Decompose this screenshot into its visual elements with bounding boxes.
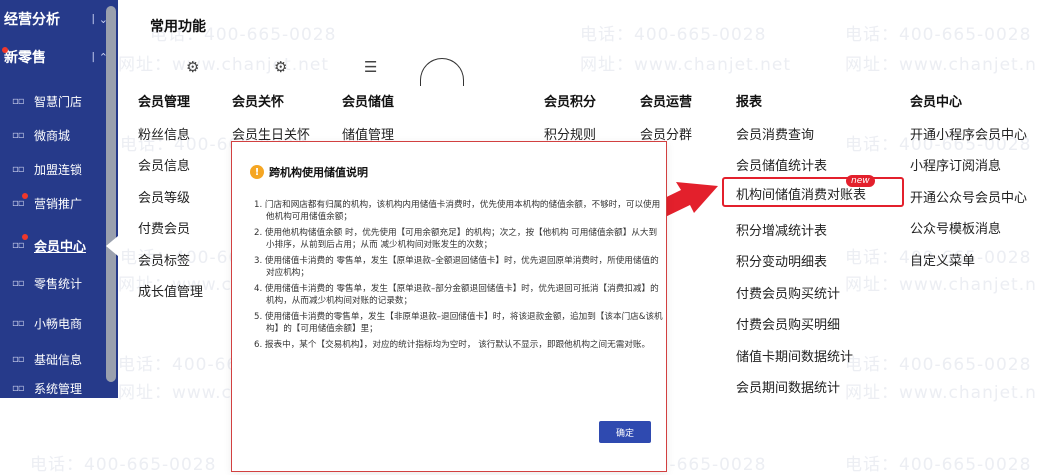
modal-rule-item: 5. 使用储值卡消费的零售单，发生【非原单退款–退回储值卡】时，将该退款金额，追… [254, 312, 663, 334]
modal-rule-item: 6. 报表中，某个【交易机构】，对应的统计指标均为空时， 该行默认不显示，即跟他… [254, 340, 651, 350]
confirm-button[interactable]: 确定 [599, 421, 651, 443]
modal-rule-item: 1. 门店和网店都有归属的机构，该机构内用储值卡消费时，优先使用本机构的储值余额… [254, 200, 661, 222]
modal-header: ! 跨机构使用储值说明 [250, 164, 368, 180]
modal-rule-list: 1. 门店和网店都有归属的机构，该机构内用储值卡消费时，优先使用本机构的储值余额… [254, 200, 664, 357]
warning-icon: ! [250, 165, 264, 179]
modal-title: 跨机构使用储值说明 [269, 166, 368, 179]
modal-rule-item: 2. 使用他机构储值余额 时，优先使用【可用余额充足】的机构；次之，按【他机构 … [254, 228, 658, 250]
modal-rule-item: 3. 使用储值卡消费的 零售单，发生【原单退款–全额退回储值卡】时，优先退回原单… [254, 256, 659, 278]
info-modal: ! 跨机构使用储值说明 1. 门店和网店都有归属的机构，该机构内用储值卡消费时，… [231, 141, 667, 472]
modal-rule-item: 4. 使用储值卡消费的 零售单，发生【原单退款–部分金额退回储值卡】时，优先退回… [254, 284, 659, 306]
